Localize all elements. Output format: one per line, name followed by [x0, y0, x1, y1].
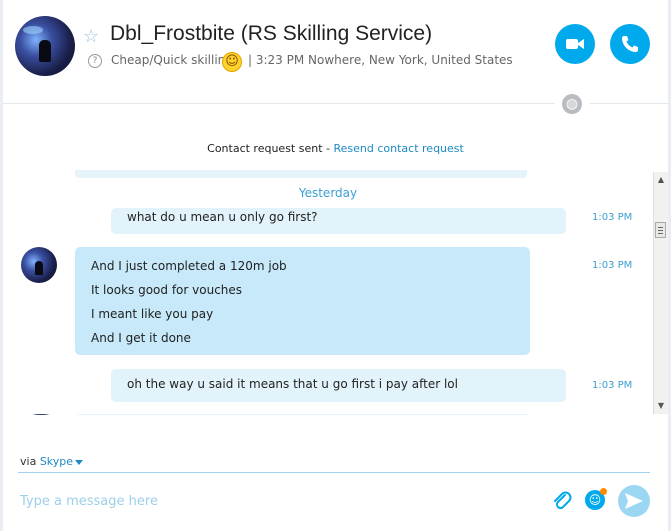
star-icon[interactable]: ☆ — [83, 26, 99, 47]
video-call-button[interactable] — [555, 24, 595, 64]
composer-divider — [18, 472, 650, 473]
via-service[interactable]: Skype — [40, 455, 73, 468]
resend-contact-request-link[interactable]: Resend contact request — [334, 142, 464, 155]
message-list[interactable]: Yesterday what do u mean u only go first… — [3, 170, 653, 415]
send-icon — [625, 493, 643, 509]
next-message-bubble — [75, 414, 530, 415]
message-line: And I get it done — [91, 331, 191, 345]
contact-request-notice: Contact request sent - Resend contact re… — [0, 142, 671, 155]
contact-request-text: Contact request sent - — [207, 142, 334, 155]
message-line: I meant like you pay — [91, 307, 214, 321]
message-line: It looks good for vouches — [91, 283, 243, 297]
message-timestamp: 1:03 PM — [592, 212, 633, 223]
contact-location: | 3:23 PM Nowhere, New York, United Stat… — [248, 53, 513, 67]
globe-icon[interactable]: ◍ — [562, 94, 582, 114]
attach-icon[interactable] — [552, 490, 572, 512]
via-label: via — [20, 455, 37, 468]
scroll-up-arrow-icon[interactable]: ▲ — [654, 174, 668, 186]
send-button[interactable] — [618, 485, 650, 517]
via-selector[interactable]: via Skype — [20, 455, 84, 468]
help-icon: ? — [88, 54, 102, 68]
video-call-icon — [566, 39, 584, 49]
message-bubble-outgoing[interactable]: oh the way u said it means that u go fir… — [111, 369, 566, 402]
mood-message: Cheap/Quick skilling — [111, 53, 233, 67]
smiley-icon: ☺ — [222, 52, 242, 72]
emoticon-icon[interactable]: ☺ — [585, 488, 607, 510]
message-timestamp: 1:03 PM — [592, 380, 633, 391]
scroll-down-arrow-icon[interactable]: ▼ — [654, 400, 668, 412]
message-input[interactable] — [18, 486, 522, 516]
scrollbar-thumb[interactable] — [655, 222, 666, 238]
chevron-down-icon[interactable] — [75, 459, 84, 465]
message-timestamp: 1:03 PM — [592, 260, 633, 271]
conversation-header: ☆ Dbl_Frostbite (RS Skilling Service) ? … — [3, 0, 668, 104]
phone-call-icon — [622, 36, 638, 52]
message-bubble-incoming[interactable]: And I just completed a 120m job It looks… — [75, 247, 530, 355]
message-scrollbar[interactable]: ▲ ▼ — [653, 172, 668, 414]
contact-name[interactable]: Dbl_Frostbite (RS Skilling Service) — [110, 22, 432, 46]
previous-message-bubble — [75, 170, 527, 178]
next-sender-avatar — [31, 414, 51, 415]
message-text: what do u mean u only go first? — [127, 210, 318, 224]
date-separator: Yesterday — [298, 186, 358, 200]
message-bubble-outgoing[interactable]: what do u mean u only go first? — [111, 208, 566, 234]
header-divider-right — [590, 103, 668, 104]
message-line: And I just completed a 120m job — [91, 259, 287, 273]
audio-call-button[interactable] — [610, 24, 650, 64]
contact-avatar[interactable] — [15, 16, 75, 76]
sender-avatar[interactable] — [21, 247, 57, 283]
header-divider — [3, 103, 555, 104]
message-text: oh the way u said it means that u go fir… — [127, 377, 458, 391]
